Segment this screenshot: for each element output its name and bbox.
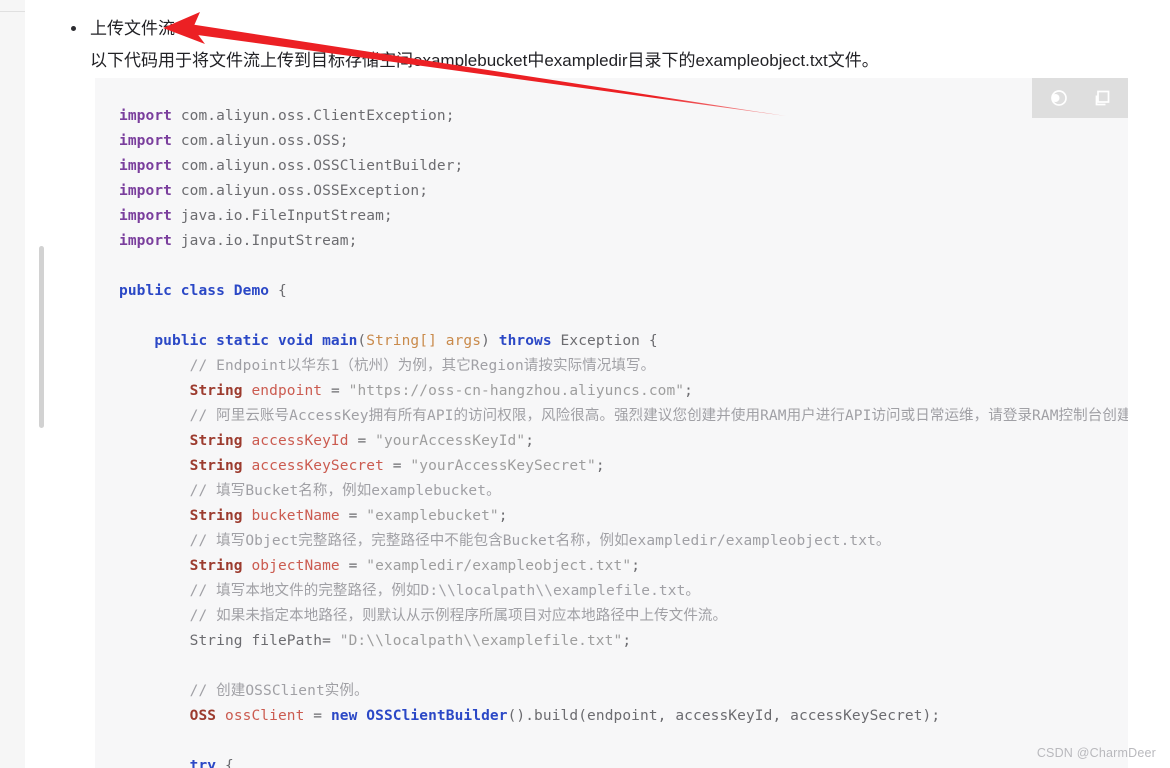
code-token: // Endpoint以华东1（杭州）为例，其它Region请按实际情况填写。: [189, 358, 656, 374]
code-token: ;: [498, 508, 508, 524]
code-token: ;: [631, 558, 641, 574]
code-token: java.io.InputStream;: [171, 233, 358, 249]
code-token: Exception {: [551, 333, 658, 349]
code-token: =: [383, 458, 411, 474]
code-token: ;: [595, 458, 605, 474]
code-token: ;: [525, 433, 535, 449]
code-token: com.aliyun.oss.OSSClientBuilder;: [171, 158, 464, 174]
code-token: String: [189, 508, 243, 524]
code-token: OSS: [189, 708, 217, 724]
code-token: new: [330, 708, 367, 724]
code-token: String: [189, 458, 243, 474]
code-token: // 阿里云账号AccessKey拥有所有API的访问权限，风险很高。强烈建议您…: [189, 408, 1128, 424]
code-token: com.aliyun.oss.ClientException;: [171, 108, 455, 124]
bullet-heading-text: 上传文件流: [90, 19, 175, 38]
code-token: "D:\\localpath\\examplefile.txt": [339, 633, 623, 649]
code-content[interactable]: import com.aliyun.oss.ClientException; i…: [95, 78, 1128, 768]
code-token: accessKeySecret: [251, 458, 384, 474]
code-token: com.aliyun.oss.OSSException;: [171, 183, 429, 199]
code-token: main: [322, 333, 358, 349]
code-token: "yourAccessKeyId": [375, 433, 526, 449]
page-scrollbar[interactable]: [19, 12, 44, 768]
code-token: String: [189, 383, 243, 399]
code-token: public class: [119, 283, 234, 299]
code-token: =: [322, 383, 349, 399]
code-token: =: [304, 708, 331, 724]
bullet-marker-icon: [71, 26, 76, 31]
copy-icon[interactable]: [1085, 84, 1119, 112]
code-token: ;: [622, 633, 632, 649]
intro-paragraph: 以下代码用于将文件流上传到目标存储空间examplebucket中example…: [90, 51, 879, 70]
code-token: import: [119, 133, 172, 149]
code-token: objectName: [251, 558, 340, 574]
code-token: =: [339, 508, 367, 524]
code-token: String[] args: [366, 333, 482, 349]
code-token: try: [189, 758, 217, 768]
code-token: // 创建OSSClient实例。: [189, 683, 369, 699]
code-token: String: [189, 558, 243, 574]
code-token: // 填写Bucket名称，例如examplebucket。: [189, 483, 501, 499]
scrollbar-thumb[interactable]: [39, 246, 44, 428]
code-token: public static void: [154, 333, 323, 349]
code-token: {: [269, 283, 287, 299]
code-token: "examplebucket": [366, 508, 499, 524]
code-token: // 如果未指定本地路径，则默认从示例程序所属项目对应本地路径中上传文件流。: [189, 608, 728, 624]
code-block-toolbar: [1032, 78, 1128, 118]
code-token: // 填写Object完整路径，完整路径中不能包含Bucket名称，例如exam…: [189, 533, 891, 549]
code-token: ().build(endpoint, accessKeyId, accessKe…: [507, 708, 941, 724]
code-block: import com.aliyun.oss.ClientException; i…: [95, 78, 1128, 768]
code-token: accessKeyId: [251, 433, 349, 449]
code-token: ossClient: [224, 708, 305, 724]
code-token: Demo: [233, 283, 270, 299]
code-token: ;: [684, 383, 693, 399]
code-token: ): [481, 333, 499, 349]
code-token: String filePath=: [189, 633, 340, 649]
code-token: "yourAccessKeySecret": [410, 458, 596, 474]
code-token: String: [189, 433, 243, 449]
code-token: import: [119, 208, 172, 224]
code-scroll-area[interactable]: import com.aliyun.oss.ClientException; i…: [95, 78, 1128, 768]
code-token: "https://oss-cn-hangzhou.aliyuncs.com": [348, 383, 685, 399]
code-token: "exampledir/exampleobject.txt": [366, 558, 632, 574]
code-token: throws: [498, 333, 552, 349]
bullet-list-item: 上传文件流: [60, 17, 1170, 41]
code-token: endpoint: [251, 383, 323, 399]
code-token: import: [119, 158, 172, 174]
code-token: // 填写本地文件的完整路径，例如D:\\localpath\\examplef…: [189, 583, 701, 599]
code-token: (: [357, 333, 367, 349]
code-token: {: [216, 758, 234, 768]
code-token: OSSClientBuilder: [366, 708, 508, 724]
theme-toggle-icon[interactable]: [1041, 84, 1075, 112]
code-token: java.io.FileInputStream;: [171, 208, 393, 224]
watermark: CSDN @CharmDeer: [1036, 746, 1156, 760]
code-token: com.aliyun.oss.OSS;: [171, 133, 349, 149]
article-content: 上传文件流 以下代码用于将文件流上传到目标存储空间examplebucket中e…: [60, 0, 1170, 73]
code-token: bucketName: [251, 508, 340, 524]
code-token: =: [339, 558, 367, 574]
code-token: import: [119, 233, 172, 249]
code-token: import: [119, 183, 172, 199]
code-token: =: [348, 433, 376, 449]
code-token: import: [119, 108, 172, 124]
